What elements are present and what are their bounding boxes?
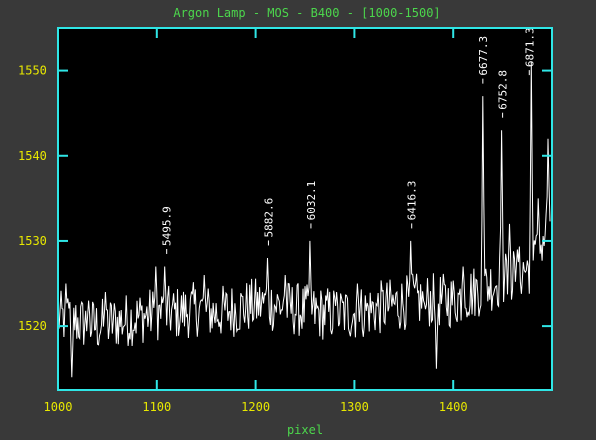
annotation-label: 6677.3 bbox=[477, 36, 490, 76]
x-tick-label: 1100 bbox=[142, 400, 171, 414]
annotation-label: 6032.1 bbox=[305, 181, 318, 221]
y-tick-label: 1530 bbox=[18, 234, 47, 248]
spectrum-chart: Argon Lamp - MOS - B400 - [1000-1500] 54… bbox=[18, 6, 553, 437]
x-tick-label: 1400 bbox=[439, 400, 468, 414]
annotation-label: 6416.3 bbox=[406, 181, 419, 221]
y-tick-label: 1540 bbox=[18, 149, 47, 163]
x-tick-label: 1000 bbox=[44, 400, 73, 414]
chart-title: Argon Lamp - MOS - B400 - [1000-1500] bbox=[173, 6, 440, 20]
x-tick-label: 1300 bbox=[340, 400, 369, 414]
x-axis-title: pixel bbox=[287, 423, 323, 437]
annotation-label: 6871.3 bbox=[523, 27, 536, 67]
x-tick-label: 1200 bbox=[241, 400, 270, 414]
y-tick-label: 1520 bbox=[18, 319, 47, 333]
annotation-label: 5882.6 bbox=[262, 198, 275, 238]
y-tick-label: 1550 bbox=[18, 64, 47, 78]
annotation-label: 6752.8 bbox=[497, 70, 510, 110]
annotation-label: 5495.9 bbox=[161, 206, 174, 246]
